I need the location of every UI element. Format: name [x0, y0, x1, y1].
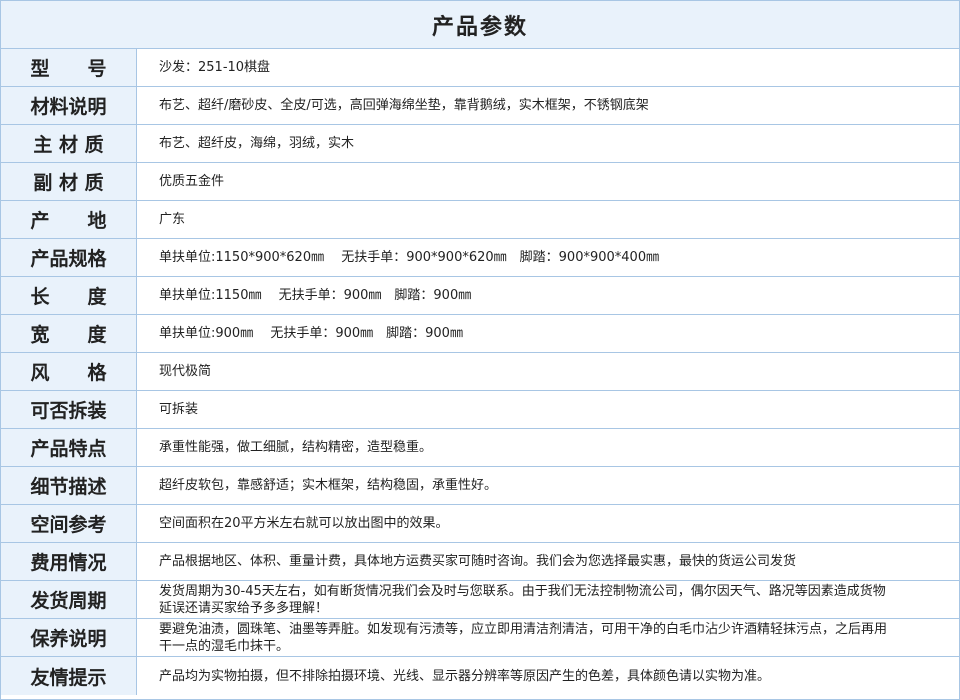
- row-label-features: 产品特点: [1, 429, 137, 466]
- row-value-care: 要避免油渍，圆珠笔、油墨等弄脏。如发现有污渍等，应立即用清洁剂清洁，可用干净的白…: [159, 621, 888, 654]
- row-value-tips: 产品均为实物拍摄，但不排除拍摄环境、光线、显示器分辨率等原因产生的色差，具体颜色…: [159, 668, 771, 684]
- table-row: 发货周期 发货周期为30-45天左右，如有断货情况我们会及时与您联系。由于我们无…: [1, 581, 959, 619]
- row-value-details: 超纤皮软包，靠感舒适；实木框架，结构稳固，承重性好。: [159, 478, 498, 493]
- row-label-detachable: 可否拆装: [1, 391, 137, 428]
- row-label-style: 风 格: [1, 353, 137, 390]
- table-row: 费用情况 产品根据地区、体积、重量计费，具体地方运费买家可随时咨询。我们会为您选…: [1, 543, 959, 581]
- row-label-secondary-material: 副 材 质: [1, 163, 137, 200]
- product-parameters-table: 产品参数 型 号 沙发：251-10棋盘 材料说明 布艺、超纤/磨砂皮、全皮/可…: [0, 0, 960, 700]
- table-row: 产 地 广东: [1, 201, 959, 239]
- row-label-space: 空间参考: [1, 505, 137, 542]
- row-value-secondary-material: 优质五金件: [159, 174, 225, 189]
- table-row: 型 号 沙发：251-10棋盘: [1, 49, 959, 87]
- row-label-main-material: 主 材 质: [1, 125, 137, 162]
- row-value-style: 现代极简: [159, 364, 212, 379]
- table-row: 友情提示 产品均为实物拍摄，但不排除拍摄环境、光线、显示器分辨率等原因产生的色差…: [1, 657, 959, 695]
- row-value-width: 单扶单位:900㎜ 无扶手单：900㎜ 脚踏：900㎜: [159, 326, 463, 341]
- row-value-origin: 广东: [159, 212, 186, 227]
- table-row: 产品规格 单扶单位:1150*900*620㎜ 无扶手单：900*900*620…: [1, 239, 959, 277]
- row-value-spec: 单扶单位:1150*900*620㎜ 无扶手单：900*900*620㎜ 脚踏：…: [159, 250, 660, 265]
- table-row: 宽 度 单扶单位:900㎜ 无扶手单：900㎜ 脚踏：900㎜: [1, 315, 959, 353]
- row-label-cost: 费用情况: [1, 543, 137, 580]
- row-label-spec: 产品规格: [1, 239, 137, 276]
- row-label-model: 型 号: [1, 49, 137, 86]
- row-label-details: 细节描述: [1, 467, 137, 504]
- row-value-detachable: 可拆装: [159, 402, 199, 417]
- table-row: 产品特点 承重性能强，做工细腻，结构精密，造型稳重。: [1, 429, 959, 467]
- table-row: 主 材 质 布艺、超纤皮，海绵，羽绒，实木: [1, 125, 959, 163]
- row-label-tips: 友情提示: [1, 657, 137, 695]
- row-value-cost: 产品根据地区、体积、重量计费，具体地方运费买家可随时咨询。我们会为您选择最实惠，…: [159, 554, 797, 569]
- table-row: 空间参考 空间面积在20平方米左右就可以放出图中的效果。: [1, 505, 959, 543]
- table-row: 可否拆装 可拆装: [1, 391, 959, 429]
- row-label-origin: 产 地: [1, 201, 137, 238]
- table-row: 细节描述 超纤皮软包，靠感舒适；实木框架，结构稳固，承重性好。: [1, 467, 959, 505]
- table-row: 风 格 现代极简: [1, 353, 959, 391]
- table-row: 长 度 单扶单位:1150㎜ 无扶手单：900㎜ 脚踏：900㎜: [1, 277, 959, 315]
- row-value-space: 空间面积在20平方米左右就可以放出图中的效果。: [159, 516, 449, 531]
- row-value-shipping: 发货周期为30-45天左右，如有断货情况我们会及时与您联系。由于我们无法控制物流…: [159, 583, 886, 616]
- row-value-length: 单扶单位:1150㎜ 无扶手单：900㎜ 脚踏：900㎜: [159, 288, 472, 303]
- row-label-length: 长 度: [1, 277, 137, 314]
- row-label-care: 保养说明: [1, 619, 137, 656]
- row-label-width: 宽 度: [1, 315, 137, 352]
- row-label-materials: 材料说明: [1, 87, 137, 124]
- row-value-materials: 布艺、超纤/磨砂皮、全皮/可选，高回弹海绵坐垫，靠背鹅绒，实木框架，不锈钢底架: [159, 98, 649, 113]
- table-row: 材料说明 布艺、超纤/磨砂皮、全皮/可选，高回弹海绵坐垫，靠背鹅绒，实木框架，不…: [1, 87, 959, 125]
- row-value-main-material: 布艺、超纤皮，海绵，羽绒，实木: [159, 136, 355, 151]
- table-title: 产品参数: [431, 14, 528, 40]
- row-value-features: 承重性能强，做工细腻，结构精密，造型稳重。: [159, 440, 433, 455]
- table-row: 副 材 质 优质五金件: [1, 163, 959, 201]
- row-value-model: 沙发：251-10棋盘: [159, 60, 271, 75]
- table-row: 保养说明 要避免油渍，圆珠笔、油墨等弄脏。如发现有污渍等，应立即用清洁剂清洁，可…: [1, 619, 959, 657]
- row-label-shipping: 发货周期: [1, 581, 137, 618]
- table-header: 产品参数: [1, 1, 959, 49]
